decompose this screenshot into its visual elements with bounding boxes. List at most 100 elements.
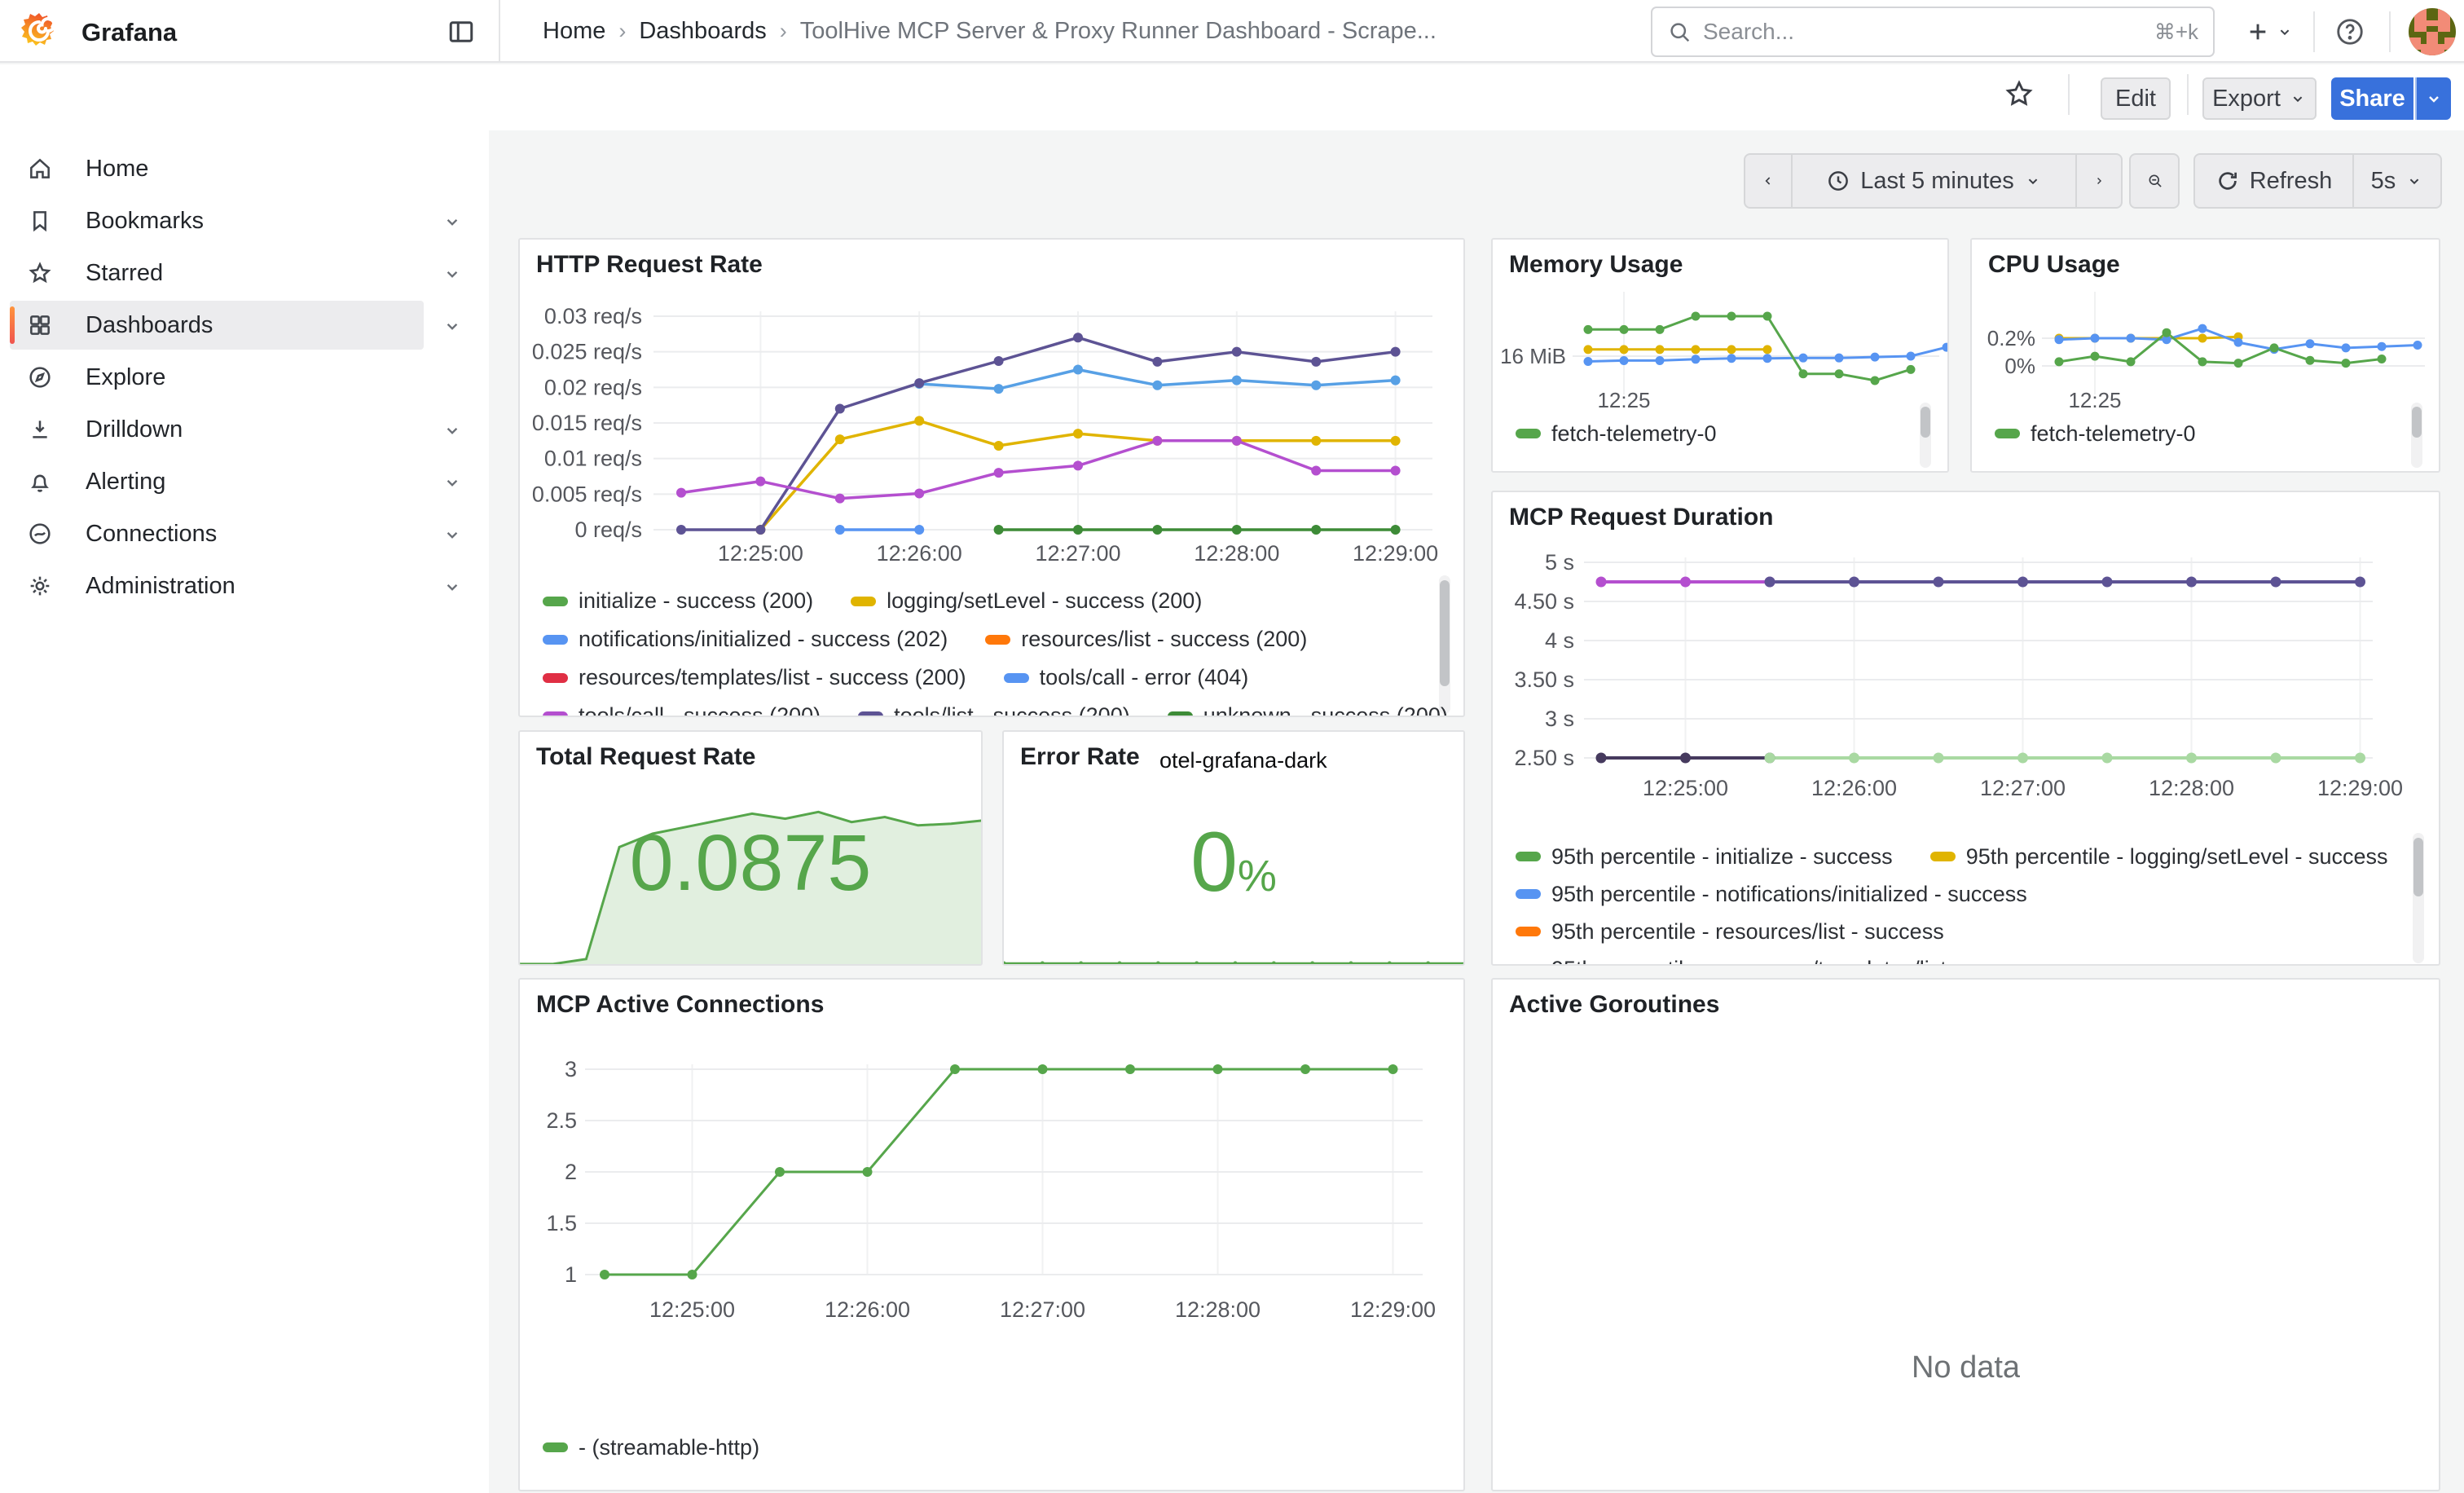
legend-series-color xyxy=(1516,927,1541,936)
svg-text:3 s: 3 s xyxy=(1545,707,1574,731)
panel-memory-usage: Memory Usage 16 MiB 12:25 fetch-telemetry… xyxy=(1491,238,1949,473)
sidebar-item-alerting[interactable]: Alerting xyxy=(10,457,424,506)
chevron-down-icon[interactable] xyxy=(442,472,463,493)
legend-item[interactable]: resources/templates/list - success (200) xyxy=(543,665,966,690)
legend-series-label: 95th percentile - initialize - success xyxy=(1551,844,1893,870)
legend-item[interactable]: - (streamable-http) xyxy=(543,1435,759,1460)
sidebar-item-administration[interactable]: Administration xyxy=(10,562,424,610)
chevron-down-icon[interactable] xyxy=(442,263,463,284)
sidebar-item-label: Drilldown xyxy=(86,416,183,443)
legend-item[interactable]: 95th percentile - resources/templates/li… xyxy=(1516,957,2045,967)
svg-text:12:25: 12:25 xyxy=(2068,388,2121,412)
top-header: Grafana Home›Dashboards›ToolHive MCP Ser… xyxy=(0,0,2464,63)
svg-text:12:28:00: 12:28:00 xyxy=(1175,1297,1261,1322)
svg-text:5 s: 5 s xyxy=(1545,550,1574,575)
legend-scrollbar-thumb[interactable] xyxy=(1440,580,1450,686)
svg-text:1: 1 xyxy=(565,1262,577,1287)
svg-text:12:25: 12:25 xyxy=(1597,388,1650,412)
legend-item[interactable]: fetch-telemetry-0 xyxy=(1995,421,2196,447)
legend-item[interactable]: 95th percentile - initialize - success xyxy=(1516,844,1893,870)
help-button[interactable] xyxy=(2332,14,2368,50)
legend-item[interactable]: tools/call - error (404) xyxy=(1004,665,1249,690)
search-input[interactable]: Search... ⌘+k xyxy=(1651,7,2215,57)
chevron-down-icon[interactable] xyxy=(442,524,463,545)
svg-text:12:26:00: 12:26:00 xyxy=(825,1297,910,1322)
legend-item[interactable]: 95th percentile - logging/setLevel - suc… xyxy=(1930,844,2388,870)
svg-text:0.01 req/s: 0.01 req/s xyxy=(544,447,642,471)
star-dashboard-button[interactable] xyxy=(2001,76,2037,112)
export-button[interactable]: Export xyxy=(2202,77,2317,120)
legend-item[interactable]: logging/setLevel - success (200) xyxy=(851,588,1202,614)
legend-series-color xyxy=(985,635,1010,645)
legend-series-label: tools/list - success (200) xyxy=(894,703,1130,717)
panel-title[interactable]: Error Rate xyxy=(1020,743,1140,771)
chevron-down-icon[interactable] xyxy=(442,315,463,337)
sidebar-item-explore[interactable]: Explore xyxy=(10,353,424,402)
sidebar-item-bookmarks[interactable]: Bookmarks xyxy=(10,196,424,245)
edit-button[interactable]: Edit xyxy=(2101,77,2171,120)
sidebar-item-drilldown[interactable]: Drilldown xyxy=(10,405,424,454)
panel-title[interactable]: Total Request Rate xyxy=(536,743,756,771)
sidebar-item-starred[interactable]: Starred xyxy=(10,249,424,297)
panel-title[interactable]: CPU Usage xyxy=(1988,251,2120,279)
legend-series-label: 95th percentile - resources/list - succe… xyxy=(1551,919,1944,945)
legend-scrollbar-thumb[interactable] xyxy=(2412,407,2422,438)
legend-scrollbar-thumb[interactable] xyxy=(2413,838,2423,896)
legend-item[interactable]: resources/list - success (200) xyxy=(985,627,1307,652)
panel-title[interactable]: MCP Request Duration xyxy=(1509,504,1773,531)
sidebar-toggle-icon[interactable] xyxy=(444,15,478,49)
legend-item[interactable]: tools/list - success (200) xyxy=(858,703,1130,717)
bell-icon xyxy=(27,469,53,495)
grafana-logo-icon[interactable] xyxy=(20,11,59,51)
svg-text:3: 3 xyxy=(565,1057,577,1081)
sidebar-item-dashboards[interactable]: Dashboards xyxy=(10,301,424,350)
legend-item[interactable]: notifications/initialized - success (202… xyxy=(543,627,948,652)
legend-item[interactable]: 95th percentile - notifications/initiali… xyxy=(1516,882,2027,907)
plus-icon xyxy=(2245,19,2271,45)
zoom-out-button[interactable] xyxy=(2131,155,2180,207)
breadcrumb-item[interactable]: Home xyxy=(543,18,605,45)
stat-value: 0.0875 xyxy=(520,823,981,902)
panel-title[interactable]: Active Goroutines xyxy=(1509,991,1719,1019)
svg-text:16 MiB: 16 MiB xyxy=(1500,344,1566,368)
legend-series-label: 95th percentile - resources/templates/li… xyxy=(1551,957,2045,967)
chevron-down-icon[interactable] xyxy=(442,420,463,441)
legend-series-label: resources/templates/list - success (200) xyxy=(579,665,966,690)
legend-item[interactable]: tools/call - success (200) xyxy=(543,703,821,717)
time-range-picker[interactable]: Last 5 minutes xyxy=(1791,155,2075,207)
user-avatar[interactable] xyxy=(2409,8,2456,55)
chevron-left-icon xyxy=(1762,169,1775,193)
time-shift-forward-button[interactable] xyxy=(2075,155,2121,207)
panel-active-goroutines: Active Goroutines No data xyxy=(1491,978,2440,1491)
legend-scrollbar-thumb[interactable] xyxy=(1921,407,1930,438)
sidebar-item-connections[interactable]: Connections xyxy=(10,509,424,558)
header-divider xyxy=(2389,11,2391,52)
legend-series-label: tools/call - error (404) xyxy=(1040,665,1249,690)
star-icon xyxy=(2004,78,2035,109)
refresh-interval-select[interactable]: 5s xyxy=(2352,155,2440,207)
breadcrumb-item[interactable]: Dashboards xyxy=(639,18,766,45)
panel-title[interactable]: HTTP Request Rate xyxy=(536,251,763,279)
legend-item[interactable]: initialize - success (200) xyxy=(543,588,813,614)
panel-title[interactable]: Memory Usage xyxy=(1509,251,1683,279)
svg-text:0.02 req/s: 0.02 req/s xyxy=(544,375,642,399)
sidebar-item-label: Alerting xyxy=(86,469,165,495)
chart-legend: initialize - success (200) logging/setLev… xyxy=(543,582,1426,717)
chevron-down-icon[interactable] xyxy=(442,576,463,597)
home-icon xyxy=(27,156,53,182)
panel-title[interactable]: MCP Active Connections xyxy=(536,991,824,1019)
time-shift-back-button[interactable] xyxy=(1745,155,1791,207)
share-menu-button[interactable] xyxy=(2415,77,2451,120)
add-new-button[interactable] xyxy=(2234,13,2304,51)
legend-item[interactable]: 95th percentile - resources/list - succe… xyxy=(1516,919,1944,945)
svg-text:12:27:00: 12:27:00 xyxy=(1980,776,2066,800)
chevron-down-icon[interactable] xyxy=(442,211,463,232)
sidebar-item-home[interactable]: Home xyxy=(10,144,424,193)
breadcrumb-separator: › xyxy=(767,19,800,44)
share-button[interactable]: Share xyxy=(2331,77,2413,120)
legend-item[interactable]: fetch-telemetry-0 xyxy=(1516,421,1717,447)
legend-item[interactable]: unknown - success (200) xyxy=(1168,703,1448,717)
refresh-button[interactable]: Refresh xyxy=(2195,155,2352,207)
time-range-group: Last 5 minutes xyxy=(1744,153,2123,209)
chevron-right-icon xyxy=(2093,169,2105,193)
